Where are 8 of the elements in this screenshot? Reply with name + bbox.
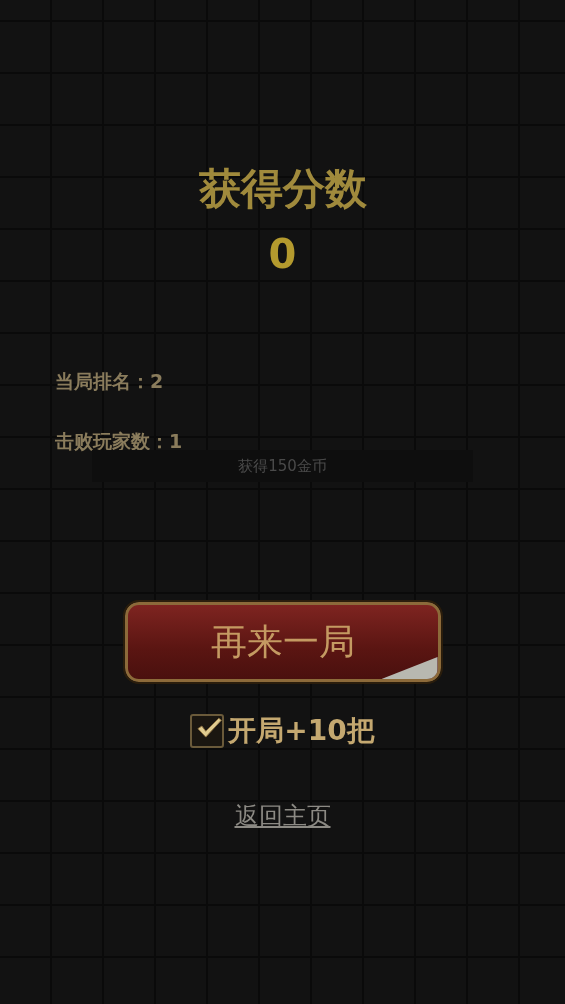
score-value: 0 <box>268 230 297 279</box>
stat-text: 当局排名：2 <box>55 369 165 394</box>
replay-button[interactable]: 再来一局 <box>124 602 441 682</box>
option-label: 开局+10把 <box>228 713 375 749</box>
reward-banner: 获得150金币 <box>92 450 473 482</box>
home-link[interactable]: 返回主页 <box>234 800 331 832</box>
option-checkbox[interactable] <box>190 714 225 748</box>
score-title: 获得分数 <box>198 163 367 215</box>
